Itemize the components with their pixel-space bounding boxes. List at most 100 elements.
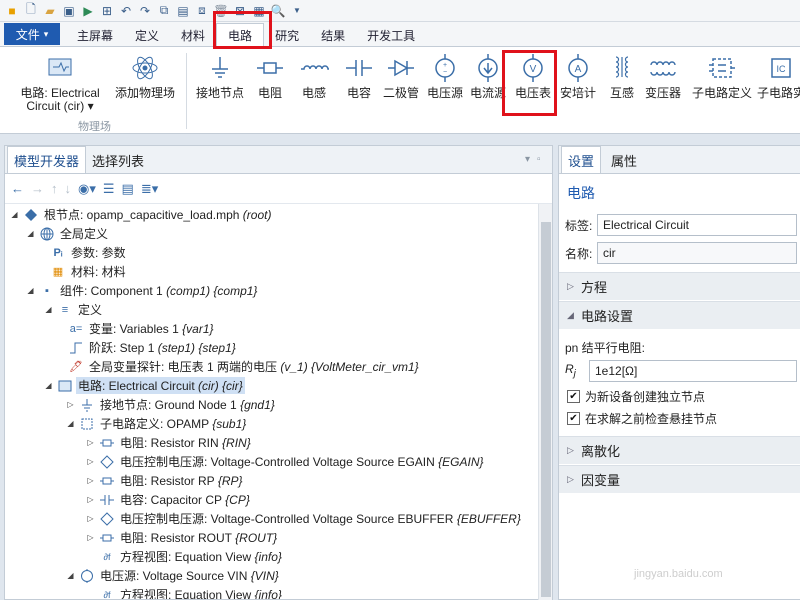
collapse-all-icon[interactable]: ☰ xyxy=(103,181,115,197)
subcircuit-icon xyxy=(79,416,95,432)
tree-node-capacitor-cp[interactable]: ▷ 电容: Capacitor CP {CP} xyxy=(85,490,252,509)
arrow-left-icon[interactable]: ← xyxy=(11,181,24,196)
collapse-toggle-icon[interactable]: ◢ xyxy=(9,210,20,219)
label-field[interactable]: Electrical Circuit xyxy=(597,214,797,236)
dropdown-icon[interactable]: ▼ xyxy=(289,3,305,19)
ground-icon xyxy=(205,53,235,83)
expand-toggle-icon[interactable]: ▷ xyxy=(85,476,96,485)
tree-node-step[interactable]: 阶跃: Step 1 (step1) {step1} xyxy=(65,338,238,357)
collapse-toggle-icon[interactable]: ◢ xyxy=(43,381,54,390)
section-circuit-settings[interactable]: ◢ 电路设置 xyxy=(559,301,800,329)
duplicate-icon[interactable]: ⧈ xyxy=(194,3,210,19)
collapse-toggle-icon[interactable]: ◢ xyxy=(25,229,36,238)
component-icon: ▪ xyxy=(45,284,49,297)
save-icon[interactable]: ▣ xyxy=(61,3,77,19)
tree-node-subcircuit[interactable]: ◢ 子电路定义: OPAMP {sub1} xyxy=(65,414,248,433)
undo-icon[interactable]: ↶ xyxy=(118,3,134,19)
paste-icon[interactable]: ▤ xyxy=(175,3,191,19)
ground-node-button[interactable]: 接地节点 xyxy=(196,53,244,100)
expand-toggle-icon[interactable]: ▷ xyxy=(85,495,96,504)
dangling-nodes-row[interactable]: ✔ 在求解之前检查悬挂节点 xyxy=(567,410,717,427)
collapse-toggle-icon[interactable]: ◢ xyxy=(65,419,76,428)
tree-node-parameters[interactable]: Pᵢ 参数: 参数 xyxy=(47,243,128,262)
tree-node-vcvs-egain[interactable]: ▷ 电压控制电压源: Voltage-Controlled Voltage So… xyxy=(85,452,486,471)
resistor-button[interactable]: 电阻 xyxy=(255,53,285,100)
section-dependent-variables[interactable]: ▷ 因变量 xyxy=(559,465,800,493)
tab-home[interactable]: 主屏幕 xyxy=(66,24,124,46)
tab-materials[interactable]: 材料 xyxy=(170,24,216,46)
tree-node-resistor-rp[interactable]: ▷ 电阻: Resistor RP {RP} xyxy=(85,471,245,490)
section-discretization[interactable]: ▷ 离散化 xyxy=(559,436,800,464)
tree-node-resistor-rout[interactable]: ▷ 电阻: Resistor ROUT {ROUT} xyxy=(85,528,279,547)
current-source-button[interactable]: 电流源 xyxy=(470,53,506,100)
name-field[interactable]: cir xyxy=(597,242,797,264)
app-builder-icon[interactable]: ▶ xyxy=(80,3,96,19)
file-menu-button[interactable]: 文件 ▾ xyxy=(4,23,60,45)
rj-field[interactable]: 1e12[Ω] xyxy=(589,360,797,382)
tree-node-electrical-circuit[interactable]: ◢ 电路: Electrical Circuit (cir) {cir} xyxy=(43,376,245,395)
tab-properties[interactable]: 属性 xyxy=(605,147,643,173)
collapse-toggle-icon[interactable]: ◢ xyxy=(43,305,54,314)
tree-options-icon[interactable]: ≣▾ xyxy=(141,181,158,197)
capacitor-button[interactable]: 电容 xyxy=(344,53,374,100)
tree-node-materials[interactable]: ▦ 材料: 材料 xyxy=(47,262,128,281)
search-icon[interactable]: 🔍 xyxy=(270,3,286,19)
open-folder-icon[interactable]: ▰ xyxy=(42,3,58,19)
ammeter-button[interactable]: A 安培计 xyxy=(560,53,596,100)
tree-scrollbar[interactable] xyxy=(538,204,552,600)
transformer-button[interactable]: 变压器 xyxy=(645,53,681,100)
panel-maximize-icon[interactable]: ▫ xyxy=(537,154,541,165)
tree-node-root[interactable]: ◢ 根节点: opamp_capacitive_load.mph (root) xyxy=(9,205,273,224)
mutual-inductance-button[interactable]: 互感 xyxy=(607,53,637,100)
tree-node-equation-view[interactable]: ∂f 方程视图: Equation View {info} xyxy=(96,547,284,566)
independent-nodes-checkbox[interactable]: ✔ xyxy=(567,390,580,403)
dangling-nodes-checkbox[interactable]: ✔ xyxy=(567,412,580,425)
tree-node-ground[interactable]: ▷ 接地节点: Ground Node 1 {gnd1} xyxy=(65,395,277,414)
tab-selection-list[interactable]: 选择列表 xyxy=(86,147,150,173)
new-file-icon[interactable]: 🗋 xyxy=(23,2,39,19)
tab-settings[interactable]: 设置 xyxy=(561,146,602,173)
compact-icon[interactable]: ⊞ xyxy=(99,3,115,19)
copy-icon[interactable]: ⧉ xyxy=(156,3,172,19)
step-function-icon xyxy=(68,340,84,356)
tree-node-definitions[interactable]: ◢ ≡ 定义 xyxy=(43,300,104,319)
tree-node-global-definitions[interactable]: ◢ 全局定义 xyxy=(25,224,110,243)
tree-label: 阶跃: Step 1 xyxy=(89,341,158,355)
arrow-down-icon[interactable]: ↓ xyxy=(65,181,72,196)
voltage-source-button[interactable]: + − 电压源 xyxy=(427,53,463,100)
tab-results[interactable]: 结果 xyxy=(310,24,356,46)
expand-toggle-icon[interactable]: ▷ xyxy=(85,533,96,542)
tab-developer[interactable]: 开发工具 xyxy=(356,24,426,46)
collapse-toggle-icon[interactable]: ◢ xyxy=(65,571,76,580)
collapse-toggle-icon[interactable]: ◢ xyxy=(25,286,36,295)
panel-menu-icon[interactable]: ▾ xyxy=(525,154,530,165)
subcircuit-instance-button[interactable]: IC 子电路实 xyxy=(757,53,800,100)
tree-node-probe[interactable]: 🖊 全局变量探针: 电压表 1 两端的电压 (v_1) {VoltMeter_c… xyxy=(65,357,421,376)
expand-toggle-icon[interactable]: ▷ xyxy=(85,514,96,523)
capacitor-icon xyxy=(344,53,374,83)
scrollbar-thumb[interactable] xyxy=(541,222,551,597)
tree-node-equation-view[interactable]: ∂f 方程视图: Equation View {info} xyxy=(96,585,284,599)
tab-model-builder[interactable]: 模型开发器 xyxy=(7,146,87,173)
electrical-circuit-button[interactable]: 电路: Electrical Circuit (cir) ▾ xyxy=(14,53,106,113)
arrow-up-icon[interactable]: ↑ xyxy=(51,181,58,196)
tree-node-resistor-rin[interactable]: ▷ 电阻: Resistor RIN {RIN} xyxy=(85,433,253,452)
tree-node-component[interactable]: ◢ ▪ 组件: Component 1 (comp1) {comp1} xyxy=(25,281,259,300)
eye-icon[interactable]: ◉▾ xyxy=(78,181,96,197)
diode-button[interactable]: 二极管 xyxy=(383,53,419,100)
tree-node-vcvs-ebuffer[interactable]: ▷ 电压控制电压源: Voltage-Controlled Voltage So… xyxy=(85,509,523,528)
add-physics-button[interactable]: 添加物理场 xyxy=(115,53,175,100)
redo-icon[interactable]: ↷ xyxy=(137,3,153,19)
section-equation[interactable]: ▷ 方程 xyxy=(559,272,800,300)
tree-node-voltage-source[interactable]: ◢ 电压源: Voltage Source VIN {VIN} xyxy=(65,566,281,585)
expand-toggle-icon[interactable]: ▷ xyxy=(65,400,76,409)
independent-nodes-row[interactable]: ✔ 为新设备创建独立节点 xyxy=(567,388,705,405)
arrow-right-icon[interactable]: → xyxy=(31,181,44,196)
tab-definitions[interactable]: 定义 xyxy=(124,24,170,46)
tree-node-variables[interactable]: a= 变量: Variables 1 {var1} xyxy=(65,319,216,338)
expand-all-icon[interactable]: ▤ xyxy=(122,181,134,197)
inductor-button[interactable]: 电感 xyxy=(299,53,329,100)
expand-toggle-icon[interactable]: ▷ xyxy=(85,438,96,447)
expand-toggle-icon[interactable]: ▷ xyxy=(85,457,96,466)
subcircuit-definition-button[interactable]: 子电路定义 xyxy=(692,53,752,100)
